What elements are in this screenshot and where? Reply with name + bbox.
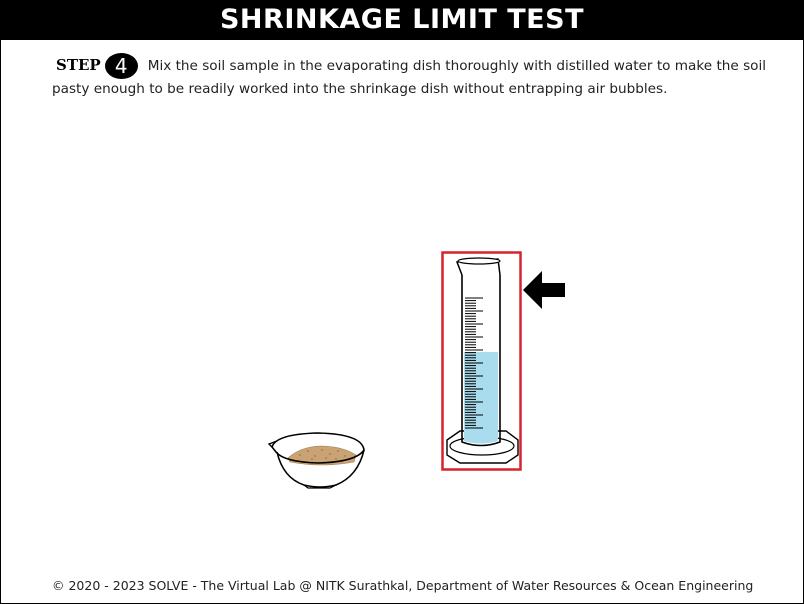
pointer-arrow-icon (523, 271, 565, 309)
cylinder-mouth (457, 257, 501, 265)
evaporating-dish[interactable] (267, 432, 365, 489)
lab-scene (267, 251, 565, 489)
footer-copyright: © 2020 - 2023 SOLVE - The Virtual Lab @ … (52, 578, 754, 593)
measuring-cylinder[interactable] (446, 257, 519, 464)
